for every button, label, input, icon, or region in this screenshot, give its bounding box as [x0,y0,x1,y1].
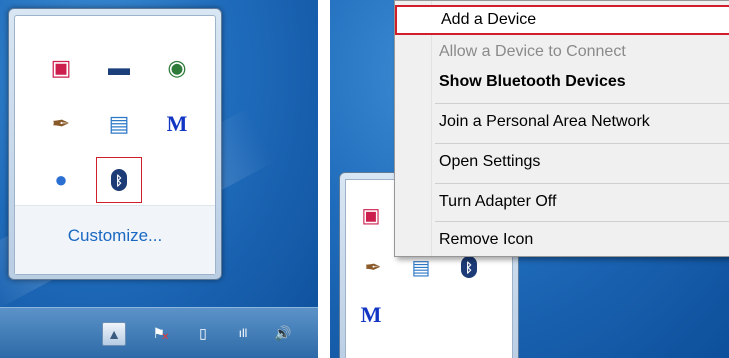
flyout-content: ▣ ▬ ◉ ✒ ▤ M ● ᛒ Customize... [14,15,216,275]
battery-icon[interactable]: ▯ [192,322,214,344]
show-hidden-icons-button[interactable]: ▲ [102,322,126,346]
menu-separator [435,103,729,104]
display-icon[interactable]: ▬ [97,46,141,90]
signal-icon[interactable]: ıll [232,322,254,344]
menu-item-add-device[interactable]: Add a Device [395,5,729,35]
bluetooth-icon[interactable]: ᛒ [96,157,142,203]
menu-item-open-settings[interactable]: Open Settings [395,147,729,177]
monitor-red-icon[interactable]: ▣ [39,46,83,90]
blue-orb-icon[interactable]: ● [39,158,83,202]
menu-separator [435,221,729,222]
pen-tool-icon[interactable]: ✒ [358,252,388,282]
taskbar-notification-area: ▲ ⚑ ✕ ▯ ıll 🔊 [0,307,318,358]
m-logo-icon[interactable]: M [155,102,199,146]
customize-link[interactable]: Customize... [15,226,215,246]
m-logo-icon[interactable]: M [356,300,386,330]
document-icon[interactable]: ▤ [97,102,141,146]
menu-item-turn-adapter-off[interactable]: Turn Adapter Off [395,187,729,217]
menu-item-show-devices[interactable]: Show Bluetooth Devices [395,67,729,97]
left-desktop-panel: ▣ ▬ ◉ ✒ ▤ M ● ᛒ Customize... ▲ ⚑ ✕ ▯ ıll … [0,0,318,358]
menu-item-join-pan[interactable]: Join a Personal Area Network [395,107,729,137]
customize-area: Customize... [15,205,215,274]
monitor-red-icon[interactable]: ▣ [356,200,386,230]
menu-separator [435,183,729,184]
action-center-flag-icon[interactable]: ⚑ ✕ [150,322,172,344]
menu-separator [435,143,729,144]
bluetooth-context-menu: Add a Device Allow a Device to Connect S… [394,0,729,257]
menu-item-remove-icon[interactable]: Remove Icon [395,225,729,255]
volume-icon[interactable]: 🔊 [272,322,294,344]
notification-overflow-flyout: ▣ ▬ ◉ ✒ ▤ M ● ᛒ Customize... [8,8,222,280]
menu-item-allow-device: Allow a Device to Connect [439,43,626,60]
globe-close-icon[interactable]: ◉ [155,46,199,90]
pen-tool-icon[interactable]: ✒ [39,102,83,146]
right-desktop-panel: ▣ ✒ ▤ ᛒ M Add a Device Allow a Device to… [330,0,729,358]
